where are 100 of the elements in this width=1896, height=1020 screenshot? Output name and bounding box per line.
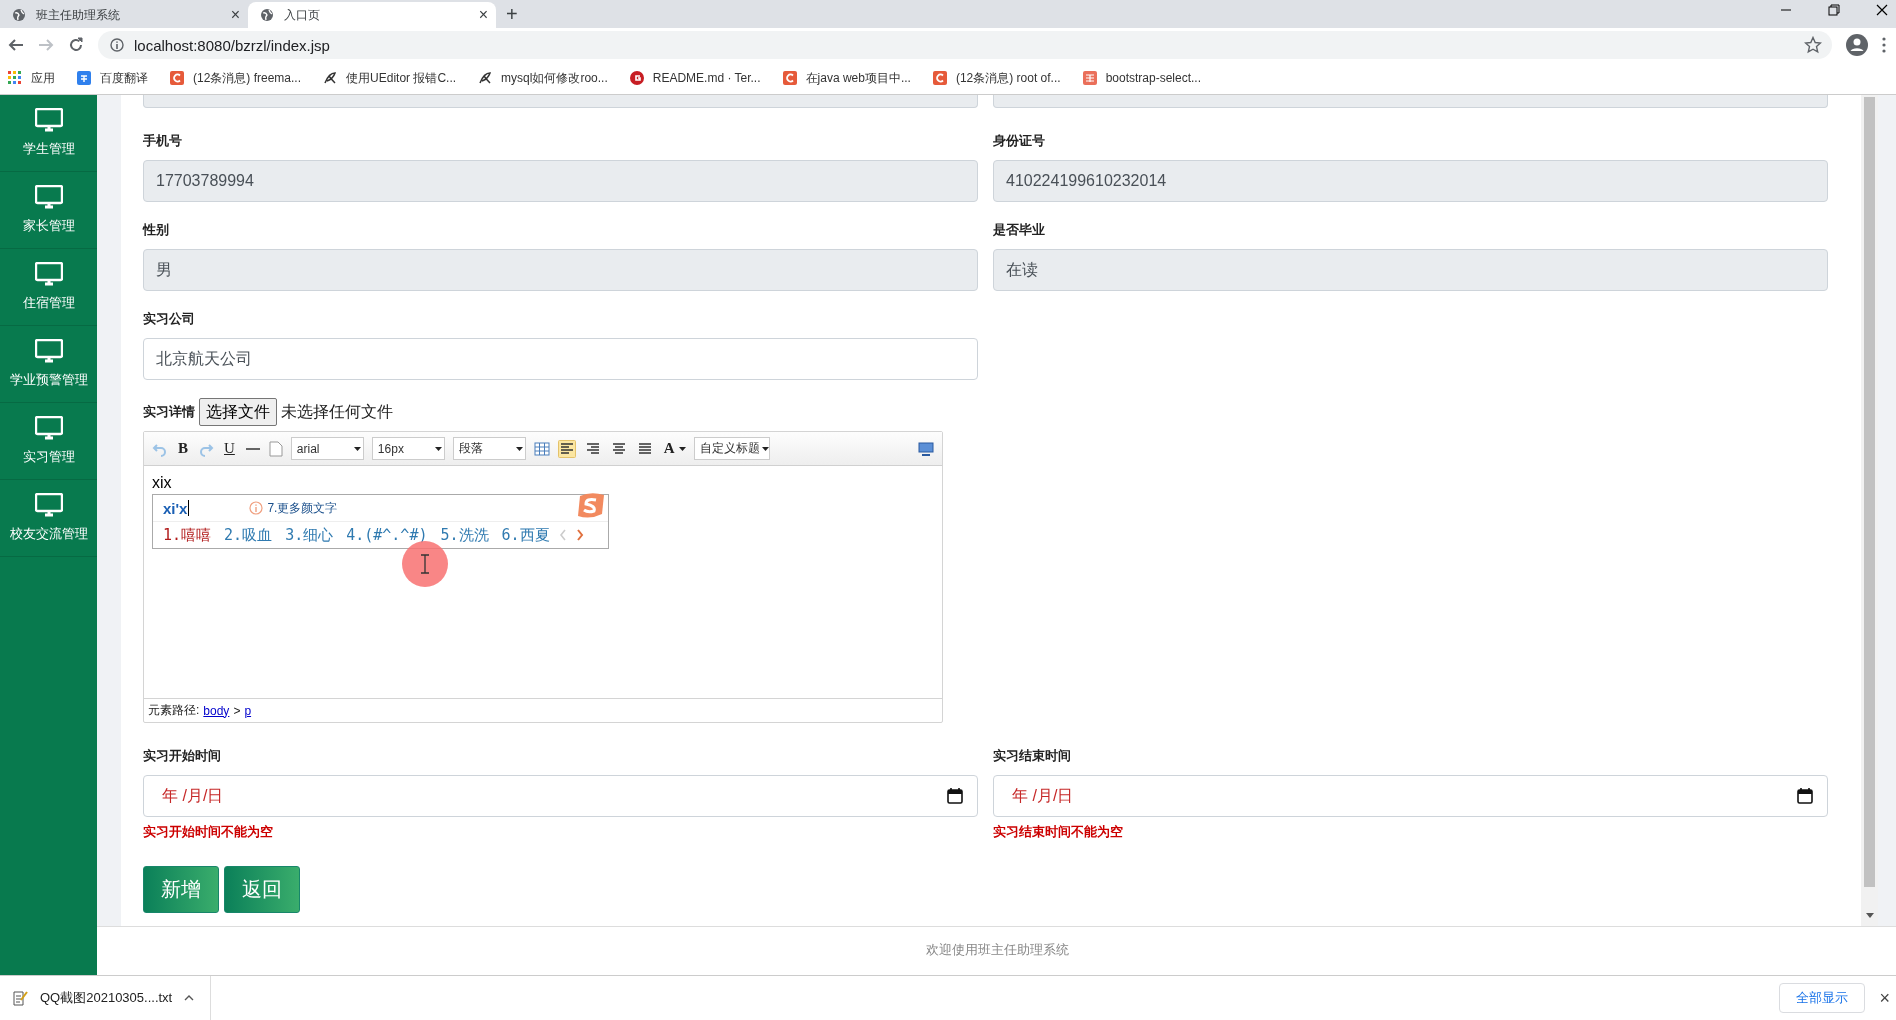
caret-icon[interactable]: [678, 446, 686, 451]
scrollbar[interactable]: [1861, 95, 1878, 926]
browser-tab[interactable]: 入口页 ×: [248, 2, 496, 28]
field-label: 实习详情: [143, 403, 195, 421]
toolbar-dropdown[interactable]: 16px: [371, 437, 445, 460]
input-field[interactable]: [993, 95, 1828, 108]
tab-close-button[interactable]: ×: [230, 6, 240, 24]
ime-hint[interactable]: 7.更多颜文字: [267, 499, 338, 517]
preview-icon[interactable]: [918, 441, 934, 456]
browser-tab[interactable]: 班主任助理系统 ×: [0, 2, 248, 28]
error-message: 实习结束时间不能为空: [993, 824, 1124, 840]
error-message: 实习开始时间不能为空: [143, 824, 274, 840]
editor-text: xix: [152, 474, 173, 492]
element-path-label: 元素路径:: [148, 702, 200, 719]
calendar-icon: [1797, 788, 1813, 804]
heading-dropdown[interactable]: 自定义标题: [693, 437, 770, 460]
address-bar[interactable]: localhost:8080/bzrzl/index.jsp: [98, 31, 1832, 59]
scroll-down-icon[interactable]: [1865, 913, 1874, 918]
show-all-button[interactable]: 全部显示: [1779, 983, 1866, 1013]
text-file-icon: [12, 990, 28, 1006]
toolbar-dropdown[interactable]: arial: [290, 437, 364, 460]
field-label: 手机号: [143, 132, 183, 150]
path-separator: >: [233, 703, 241, 718]
bookmark[interactable]: 在java web项目中...: [782, 69, 911, 87]
monitor-icon: [34, 185, 63, 209]
new-tab-button[interactable]: +: [496, 2, 528, 26]
bookmark-square-icon: [782, 71, 797, 85]
field-label: 实习结束时间: [993, 747, 1072, 765]
caret-icon: [761, 446, 769, 451]
field-label: 实习公司: [143, 310, 196, 328]
chevron-right-icon[interactable]: [575, 529, 584, 541]
caret-icon: [353, 446, 361, 451]
reload-icon[interactable]: [68, 37, 84, 53]
date-field[interactable]: 年 /月/日: [993, 775, 1828, 817]
ime-candidate[interactable]: 3.细心: [285, 525, 334, 545]
info-icon: [110, 38, 124, 52]
chevron-up-icon[interactable]: [184, 995, 195, 1001]
field-label: 身份证号: [993, 132, 1046, 150]
bookmark-circle-icon: [629, 71, 644, 85]
input-field[interactable]: 北京航天公司: [143, 338, 978, 380]
caret-icon: [515, 446, 523, 451]
monitor-icon: [34, 108, 63, 132]
path-link[interactable]: body: [203, 703, 230, 718]
file-name: QQ截图20210305....txt: [40, 989, 173, 1007]
info-icon: [249, 501, 264, 515]
field-label: 性别: [143, 221, 170, 239]
tab-title: 入口页: [284, 6, 321, 24]
field-label: 是否毕业: [993, 221, 1046, 239]
ime-candidate[interactable]: 5.洗洗: [440, 525, 489, 545]
star-icon[interactable]: [1804, 36, 1822, 54]
bookmark[interactable]: (12条消息) freema...: [170, 69, 302, 87]
bookmark-square-icon: [932, 71, 947, 85]
tab-close-button[interactable]: ×: [478, 6, 488, 24]
monitor-icon: [34, 339, 63, 363]
feather-icon: [478, 71, 493, 85]
bookmark[interactable]: mysql如何修改roo...: [478, 69, 608, 87]
download-item[interactable]: QQ截图20210305....txt: [0, 976, 212, 1020]
bookmark[interactable]: 百度翻译: [77, 69, 148, 87]
font-color-button[interactable]: A: [661, 440, 677, 457]
calendar-icon: [947, 788, 963, 804]
path-link[interactable]: p: [244, 703, 252, 718]
monitor-icon: [34, 416, 63, 440]
form-button[interactable]: 新增: [143, 866, 219, 913]
bookmark-square-icon: [1082, 71, 1097, 85]
footer-text: 欢迎使用班主任助理系统: [925, 941, 1069, 959]
bookmark[interactable]: 应用: [8, 69, 55, 87]
ime-candidate[interactable]: 6.西夏: [501, 525, 550, 545]
input-field[interactable]: [143, 95, 978, 108]
date-field[interactable]: 年 /月/日: [143, 775, 978, 817]
ime-candidate[interactable]: 2.吸血: [224, 525, 273, 545]
close-icon[interactable]: [1876, 4, 1888, 16]
globe-icon: [12, 8, 26, 22]
align-left-icon[interactable]: [557, 439, 576, 458]
close-button[interactable]: ×: [1879, 987, 1890, 1009]
form-button[interactable]: 返回: [224, 866, 300, 913]
bold-button[interactable]: B: [176, 440, 190, 457]
globe-icon: [260, 8, 274, 22]
bookmark[interactable]: bootstrap-select...: [1082, 71, 1201, 85]
profile-icon[interactable]: [1846, 34, 1868, 56]
bookmark[interactable]: 使用UEditor 报错C...: [323, 69, 457, 87]
bookmark[interactable]: (12条消息) root of...: [932, 69, 1061, 87]
url-text: localhost:8080/bzrzl/index.jsp: [134, 36, 330, 54]
ime-candidate[interactable]: 4.(#^.^#): [346, 526, 428, 544]
toolbar-dropdown[interactable]: 段落: [452, 437, 526, 460]
bookmark[interactable]: README.md · Ter...: [629, 71, 761, 85]
ime-candidate[interactable]: 1.嘻嘻: [163, 525, 212, 545]
scrollbar-thumb[interactable]: [1864, 97, 1875, 887]
back-icon[interactable]: [8, 37, 24, 53]
table-icon[interactable]: [533, 441, 550, 456]
underline-button[interactable]: U: [222, 440, 237, 457]
monitor-icon: [34, 493, 63, 517]
caret-icon: [434, 446, 442, 451]
tab-title: 班主任助理系统: [36, 6, 121, 24]
choose-file-button[interactable]: 选择文件: [199, 398, 277, 426]
file-status: 未选择任何文件: [281, 401, 393, 422]
apps-icon: [8, 71, 22, 85]
text-caret: [188, 500, 190, 516]
bookmark-square-icon: [170, 71, 184, 85]
menu-icon[interactable]: [1882, 37, 1886, 53]
restore-icon[interactable]: [1828, 4, 1840, 16]
